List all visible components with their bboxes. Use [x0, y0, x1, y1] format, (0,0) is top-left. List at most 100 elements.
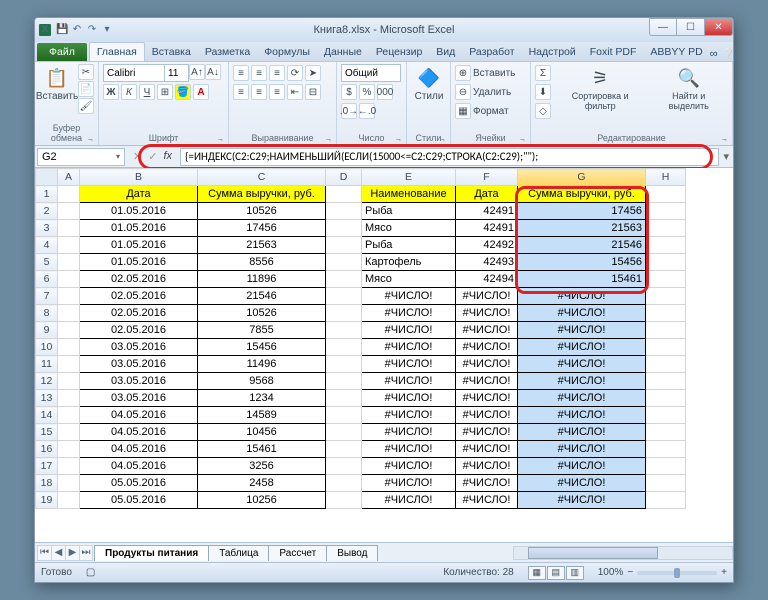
font-size-combo[interactable]	[165, 64, 189, 82]
cell[interactable]: 15461	[518, 271, 646, 288]
minimize-button[interactable]: —	[649, 18, 677, 36]
cell[interactable]: Картофель	[362, 254, 456, 271]
zoom-slider[interactable]	[637, 571, 717, 575]
first-sheet-icon[interactable]: ⏮	[37, 545, 51, 561]
percent-icon[interactable]: %	[359, 84, 375, 100]
cell[interactable]: Мясо	[362, 220, 456, 237]
copy-icon[interactable]: 📄	[78, 81, 94, 97]
fx-icon[interactable]: fx	[163, 150, 172, 163]
cell[interactable]: 15456	[518, 254, 646, 271]
cell[interactable]: #ЧИСЛО!	[518, 288, 646, 305]
row-header[interactable]: 4	[36, 237, 58, 254]
fill-color-button[interactable]: 🪣	[175, 84, 191, 100]
tab-foxit[interactable]: Foxit PDF	[583, 43, 644, 61]
cell[interactable]: #ЧИСЛО!	[518, 322, 646, 339]
cell[interactable]: 04.05.2016	[80, 407, 198, 424]
cell[interactable]: #ЧИСЛО!	[362, 475, 456, 492]
delete-cells-button[interactable]: Удалить	[473, 87, 511, 98]
number-format-combo[interactable]	[341, 64, 401, 82]
cell[interactable]: #ЧИСЛО!	[456, 458, 518, 475]
align-top-icon[interactable]: ≡	[233, 65, 249, 81]
cell[interactable]: 02.05.2016	[80, 305, 198, 322]
align-middle-icon[interactable]: ≡	[251, 65, 267, 81]
enter-formula-icon[interactable]: ✓	[148, 150, 157, 163]
row-header[interactable]: 1	[36, 186, 58, 203]
cell[interactable]: 04.05.2016	[80, 424, 198, 441]
cell[interactable]: #ЧИСЛО!	[456, 356, 518, 373]
cell[interactable]: 05.05.2016	[80, 492, 198, 509]
tab-developer[interactable]: Разработ	[462, 43, 521, 61]
tab-review[interactable]: Рецензир	[369, 43, 429, 61]
row-header[interactable]: 16	[36, 441, 58, 458]
row-header[interactable]: 11	[36, 356, 58, 373]
align-bottom-icon[interactable]: ≡	[269, 65, 285, 81]
cell[interactable]: 9568	[198, 373, 326, 390]
cell[interactable]: #ЧИСЛО!	[518, 373, 646, 390]
cell[interactable]: #ЧИСЛО!	[362, 339, 456, 356]
cell[interactable]: 03.05.2016	[80, 373, 198, 390]
name-box[interactable]: G2▾	[37, 148, 125, 166]
sheet-tab[interactable]: Таблица	[208, 545, 269, 561]
cell[interactable]: 10256	[198, 492, 326, 509]
wrap-text-icon[interactable]: ➤	[305, 65, 321, 81]
cell[interactable]: 14589	[198, 407, 326, 424]
cell[interactable]: #ЧИСЛО!	[362, 322, 456, 339]
cell[interactable]: Сумма выручки, руб.	[198, 186, 326, 203]
row-header[interactable]: 6	[36, 271, 58, 288]
prev-sheet-icon[interactable]: ◀	[51, 545, 65, 561]
horizontal-scrollbar[interactable]	[513, 546, 733, 560]
cell[interactable]: 04.05.2016	[80, 441, 198, 458]
autosum-icon[interactable]: Σ	[535, 65, 551, 81]
cell[interactable]: #ЧИСЛО!	[456, 288, 518, 305]
cell[interactable]: 42491	[456, 220, 518, 237]
cell[interactable]: 10526	[198, 305, 326, 322]
italic-button[interactable]: К	[121, 84, 137, 100]
insert-cells-button[interactable]: Вставить	[473, 68, 515, 79]
page-layout-view-icon[interactable]: ▤	[547, 566, 565, 580]
cell[interactable]: #ЧИСЛО!	[362, 373, 456, 390]
cell[interactable]: 21563	[198, 237, 326, 254]
orientation-icon[interactable]: ⟳	[287, 65, 303, 81]
cell[interactable]: 15456	[198, 339, 326, 356]
font-name-combo[interactable]	[103, 64, 165, 82]
decrease-decimal-icon[interactable]: ←.0	[359, 103, 375, 119]
cell[interactable]: 2458	[198, 475, 326, 492]
sheet-tab[interactable]: Продукты питания	[94, 545, 209, 561]
normal-view-icon[interactable]: ▦	[528, 566, 546, 580]
sheet-tab[interactable]: Вывод	[326, 545, 378, 561]
cell[interactable]: 3256	[198, 458, 326, 475]
cell[interactable]: 8556	[198, 254, 326, 271]
cell[interactable]: #ЧИСЛО!	[456, 441, 518, 458]
sort-filter-button[interactable]: ⚞ Сортировка и фильтр	[554, 64, 646, 113]
cell[interactable]: #ЧИСЛО!	[362, 424, 456, 441]
delete-cells-icon[interactable]: ⊖	[455, 84, 471, 100]
cell[interactable]: Рыба	[362, 237, 456, 254]
cell[interactable]: 01.05.2016	[80, 237, 198, 254]
cell[interactable]: #ЧИСЛО!	[362, 390, 456, 407]
col-header[interactable]: A	[58, 169, 80, 186]
cell[interactable]: #ЧИСЛО!	[456, 424, 518, 441]
undo-icon[interactable]: ↶	[71, 24, 83, 36]
cell[interactable]: #ЧИСЛО!	[518, 390, 646, 407]
row-header[interactable]: 8	[36, 305, 58, 322]
col-header[interactable]: C	[198, 169, 326, 186]
col-header[interactable]: H	[646, 169, 686, 186]
tab-view[interactable]: Вид	[429, 43, 462, 61]
macro-record-icon[interactable]: ▢	[86, 567, 95, 578]
clear-icon[interactable]: ◇	[535, 103, 551, 119]
paste-button[interactable]: 📋 Вставить	[39, 64, 75, 104]
cell[interactable]: #ЧИСЛО!	[518, 492, 646, 509]
cell[interactable]: #ЧИСЛО!	[456, 390, 518, 407]
cell[interactable]: #ЧИСЛО!	[518, 424, 646, 441]
cell[interactable]: 02.05.2016	[80, 288, 198, 305]
cell[interactable]: #ЧИСЛО!	[362, 288, 456, 305]
cell[interactable]: 17456	[198, 220, 326, 237]
cell[interactable]: #ЧИСЛО!	[518, 305, 646, 322]
tab-home[interactable]: Главная	[89, 42, 145, 61]
cell[interactable]: Сумма выручки, руб.	[518, 186, 646, 203]
last-sheet-icon[interactable]: ⏭	[79, 545, 93, 561]
cell[interactable]: #ЧИСЛО!	[518, 441, 646, 458]
maximize-button[interactable]: ☐	[677, 18, 705, 36]
row-header[interactable]: 10	[36, 339, 58, 356]
row-header[interactable]: 12	[36, 373, 58, 390]
